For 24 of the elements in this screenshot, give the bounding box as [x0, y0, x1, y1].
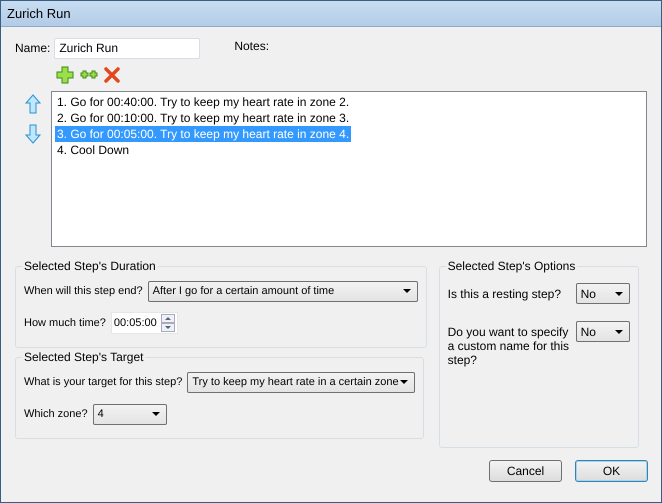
step-item[interactable]: 4. Cool Down [55, 142, 132, 158]
custom-name-label: Do you want to specify a custom name for this step? [448, 324, 570, 367]
resting-dropdown[interactable]: No [576, 283, 630, 304]
custom-name-dropdown[interactable]: No [576, 321, 630, 342]
end-label: When will this step end? [24, 285, 143, 297]
time-label: How much time? [24, 317, 106, 329]
end-dropdown[interactable]: After I go for a certain amount of time [148, 280, 418, 302]
group-title: Selected Step's Duration [23, 259, 157, 273]
step-item[interactable]: 2. Go for 00:10:00. Try to keep my heart rate in zone 3. [55, 110, 352, 126]
zone-dropdown[interactable]: 4 [92, 404, 167, 424]
zone-label: Which zone? [24, 408, 88, 420]
dialog-button[interactable]: Cancel [489, 460, 562, 482]
notes-label: Notes: [234, 39, 270, 53]
group-title: Selected Step's Options [446, 259, 576, 273]
target-label: What is your target for this step? [24, 376, 182, 388]
window-title: Zurich Run [7, 6, 71, 21]
dialog-button[interactable]: OK [575, 460, 648, 482]
name-label: Name: [15, 41, 50, 55]
target-dropdown[interactable]: Try to keep my heart rate in a certain zone [187, 372, 416, 392]
step-item[interactable]: 1. Go for 00:40:00. Try to keep my heart rate in zone 2. [55, 94, 352, 110]
resting-label: Is this a resting step? [448, 286, 562, 301]
time-spinner[interactable]: 00:05:00 [110, 312, 178, 334]
group-title: Selected Step's Target [23, 350, 144, 364]
name-field[interactable]: Zurich Run [54, 38, 200, 58]
